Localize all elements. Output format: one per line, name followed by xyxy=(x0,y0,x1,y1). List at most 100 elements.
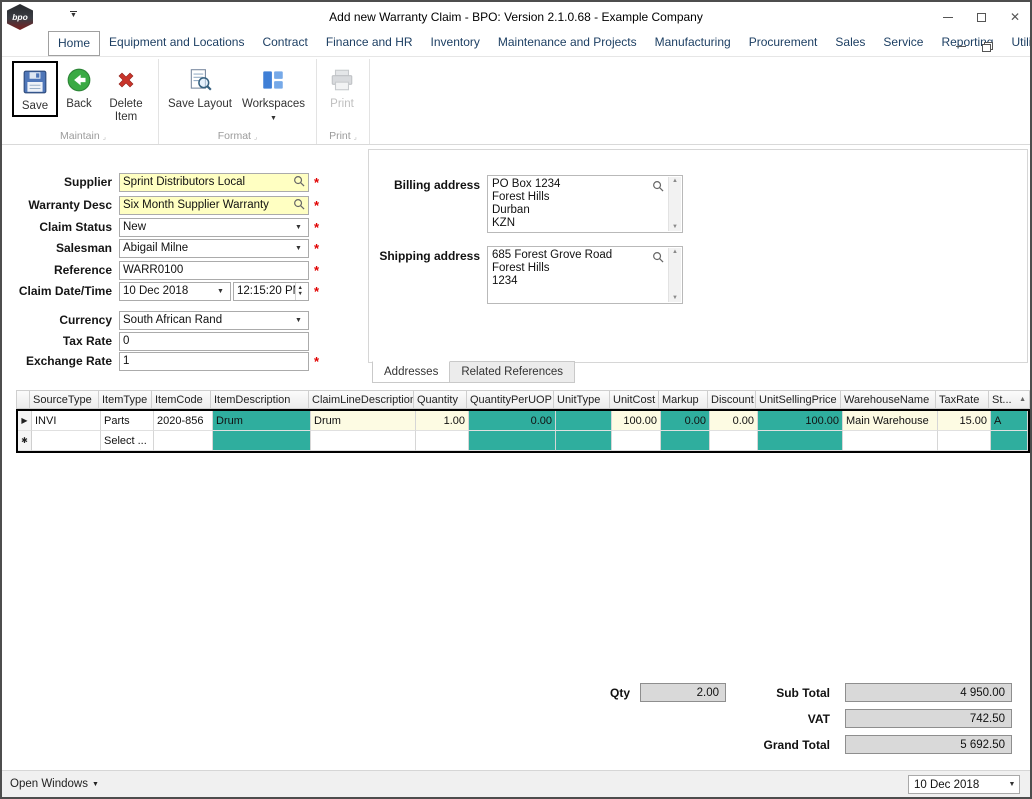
cell-unittype[interactable] xyxy=(556,431,612,451)
tab-home[interactable]: Home xyxy=(48,31,100,56)
close-icon[interactable]: ✕ xyxy=(1010,12,1020,22)
tab-service[interactable]: Service xyxy=(874,31,932,56)
cell-taxrate[interactable]: 15.00 xyxy=(938,411,991,431)
minimize-icon[interactable] xyxy=(943,17,953,18)
claim-status-dropdown[interactable]: New ▼ xyxy=(119,218,309,237)
cell-itemcode[interactable]: 2020-856 xyxy=(154,411,213,431)
tab-addresses[interactable]: Addresses xyxy=(372,361,450,383)
search-icon[interactable] xyxy=(652,179,664,197)
tab-manufacturing[interactable]: Manufacturing xyxy=(646,31,740,56)
scroll-down-icon[interactable]: ▼ xyxy=(669,295,681,301)
column-header-itemdescription[interactable]: ItemDescription xyxy=(211,390,309,409)
billing-address-box[interactable]: PO Box 1234 Forest Hills Durban KZN ▲ ▼ xyxy=(487,175,683,233)
chevron-down-icon[interactable]: ▼ xyxy=(214,288,227,295)
chevron-down-icon[interactable]: ▼ xyxy=(1005,781,1019,788)
column-header-unitcost[interactable]: UnitCost xyxy=(610,390,659,409)
cell-discount[interactable] xyxy=(710,431,758,451)
tab-utilities[interactable]: Utilities xyxy=(1002,31,1032,56)
column-header-quantityperuop[interactable]: QuantityPerUOP xyxy=(467,390,554,409)
search-icon[interactable] xyxy=(293,175,305,190)
exchange-rate-input[interactable]: 1 xyxy=(119,352,309,371)
mdi-minimize-icon[interactable] xyxy=(956,46,966,47)
print-button[interactable]: Print xyxy=(321,61,363,113)
workspaces-button[interactable]: Workspaces ▼ xyxy=(237,61,310,124)
tab-maintenance-and-projects[interactable]: Maintenance and Projects xyxy=(489,31,646,56)
warranty-desc-lookup-field[interactable]: Six Month Supplier Warranty xyxy=(119,196,309,215)
column-header-unitsellingprice[interactable]: UnitSellingPrice xyxy=(756,390,841,409)
cell-sourcetype[interactable]: INVI xyxy=(32,411,101,431)
cell-unitcost[interactable] xyxy=(612,431,661,451)
cell-unitsellingprice[interactable]: 100.00 xyxy=(758,411,843,431)
cell-discount[interactable]: 0.00 xyxy=(710,411,758,431)
cell-itemtype[interactable]: Parts xyxy=(101,411,154,431)
column-header-sourcetype[interactable]: SourceType xyxy=(30,390,99,409)
cell-quantityperuop[interactable] xyxy=(469,431,556,451)
scrollbar[interactable]: ▲ ▼ xyxy=(668,177,681,231)
group-launcher-icon[interactable]: ⌟ xyxy=(254,134,257,141)
cell-quantity[interactable]: 1.00 xyxy=(416,411,469,431)
shipping-address-box[interactable]: 685 Forest Grove Road Forest Hills 1234 … xyxy=(487,246,683,304)
column-header-itemcode[interactable]: ItemCode xyxy=(152,390,211,409)
tab-related-references[interactable]: Related References xyxy=(450,361,575,383)
claim-time-spinner[interactable]: 12:15:20 PM ▲ ▼ xyxy=(233,282,309,301)
chevron-down-icon[interactable]: ▼ xyxy=(292,317,305,324)
group-launcher-icon[interactable]: ⌟ xyxy=(354,134,357,141)
cell-quantity[interactable] xyxy=(416,431,469,451)
column-header-unittype[interactable]: UnitType xyxy=(554,390,610,409)
spinner-down-icon[interactable]: ▼ xyxy=(298,291,303,297)
scrollbar[interactable]: ▲ ▼ xyxy=(668,248,681,302)
cell-unitsellingprice[interactable] xyxy=(758,431,843,451)
tab-contract[interactable]: Contract xyxy=(253,31,316,56)
cell-st[interactable]: A xyxy=(991,411,1028,431)
cell-unittype[interactable] xyxy=(556,411,612,431)
cell-itemdescription[interactable] xyxy=(213,431,311,451)
cell-markup[interactable]: 0.00 xyxy=(661,411,710,431)
cell-warehousename[interactable]: Main Warehouse xyxy=(843,411,938,431)
cell-quantityperuop[interactable]: 0.00 xyxy=(469,411,556,431)
delete-item-button[interactable]: Delete Item xyxy=(100,61,152,126)
cell-taxrate[interactable] xyxy=(938,431,991,451)
tab-procurement[interactable]: Procurement xyxy=(740,31,827,56)
column-header-itemtype[interactable]: ItemType xyxy=(99,390,152,409)
scroll-down-icon[interactable]: ▼ xyxy=(669,224,681,230)
group-launcher-icon[interactable]: ⌟ xyxy=(103,134,106,141)
back-button[interactable]: Back xyxy=(58,61,100,113)
claim-date-dropdown[interactable]: 10 Dec 2018 ▼ xyxy=(119,282,231,301)
cell-sourcetype[interactable] xyxy=(32,431,101,451)
mdi-restore-icon[interactable] xyxy=(982,42,992,51)
cell-unitcost[interactable]: 100.00 xyxy=(612,411,661,431)
save-button[interactable]: Save xyxy=(14,63,56,115)
open-windows-menu[interactable]: Open Windows ▼ xyxy=(10,778,99,790)
scroll-up-icon[interactable]: ▲ xyxy=(669,178,681,184)
column-header-quantity[interactable]: Quantity xyxy=(414,390,467,409)
new-row-indicator-icon[interactable]: ✱ xyxy=(18,431,32,451)
chevron-down-icon[interactable]: ▼ xyxy=(292,224,305,231)
column-header-discount[interactable]: Discount xyxy=(708,390,756,409)
quick-access-customize-icon[interactable]: ▼ xyxy=(70,11,77,19)
cell-markup[interactable] xyxy=(661,431,710,451)
cell-itemtype[interactable]: Select ... xyxy=(101,431,154,451)
cell-st[interactable] xyxy=(991,431,1028,451)
cell-itemcode[interactable] xyxy=(154,431,213,451)
column-header-st[interactable]: St...▲ xyxy=(989,390,1030,409)
cell-itemdescription[interactable]: Drum xyxy=(213,411,311,431)
save-layout-button[interactable]: Save Layout xyxy=(163,61,237,113)
tab-finance-and-hr[interactable]: Finance and HR xyxy=(317,31,422,56)
cell-warehousename[interactable] xyxy=(843,431,938,451)
column-header-warehousename[interactable]: WarehouseName xyxy=(841,390,936,409)
reference-input[interactable]: WARR0100 xyxy=(119,261,309,280)
tab-equipment-and-locations[interactable]: Equipment and Locations xyxy=(100,31,253,56)
column-header-claimlinedescription[interactable]: ClaimLineDescription xyxy=(309,390,414,409)
scroll-up-icon[interactable]: ▲ xyxy=(669,249,681,255)
supplier-lookup-field[interactable]: Sprint Distributors Local xyxy=(119,173,309,192)
search-icon[interactable] xyxy=(652,250,664,268)
cell-claimlinedescription[interactable] xyxy=(311,431,416,451)
current-row-indicator-icon[interactable]: ▶ xyxy=(18,411,32,431)
column-header-taxrate[interactable]: TaxRate xyxy=(936,390,989,409)
time-spinner-buttons[interactable]: ▲ ▼ xyxy=(295,283,305,300)
tax-rate-input[interactable]: 0 xyxy=(119,332,309,351)
status-date-dropdown[interactable]: 10 Dec 2018 ▼ xyxy=(908,775,1020,794)
currency-dropdown[interactable]: South African Rand ▼ xyxy=(119,311,309,330)
cell-claimlinedescription[interactable]: Drum xyxy=(311,411,416,431)
column-header-markup[interactable]: Markup xyxy=(659,390,708,409)
